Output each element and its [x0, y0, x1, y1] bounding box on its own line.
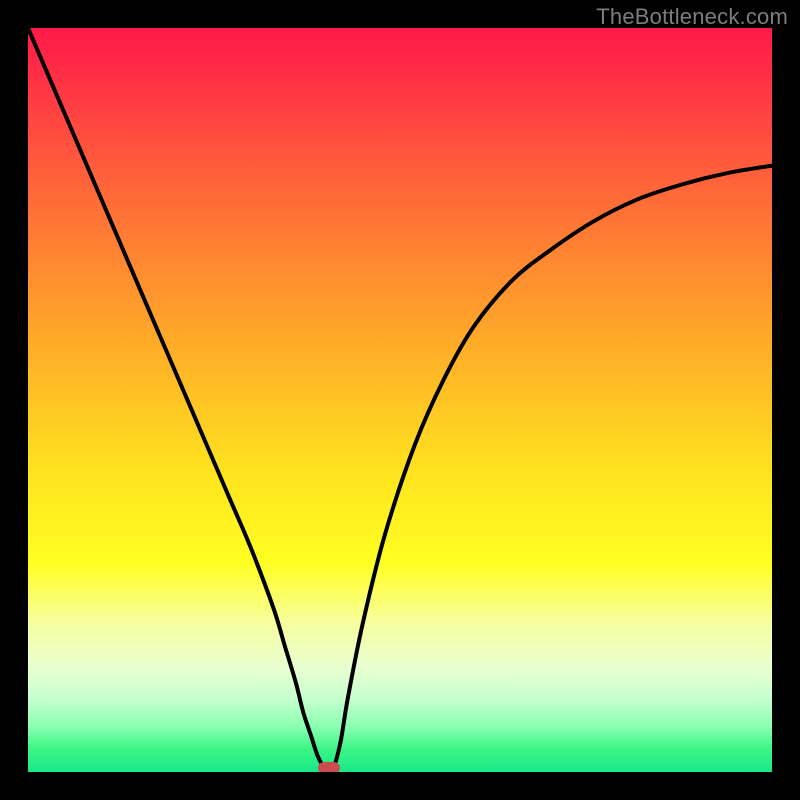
watermark-text: TheBottleneck.com	[596, 4, 788, 30]
plot-area	[28, 28, 772, 772]
optimal-marker	[318, 762, 340, 772]
bottleneck-curve	[28, 28, 772, 772]
chart-frame: TheBottleneck.com	[0, 0, 800, 800]
